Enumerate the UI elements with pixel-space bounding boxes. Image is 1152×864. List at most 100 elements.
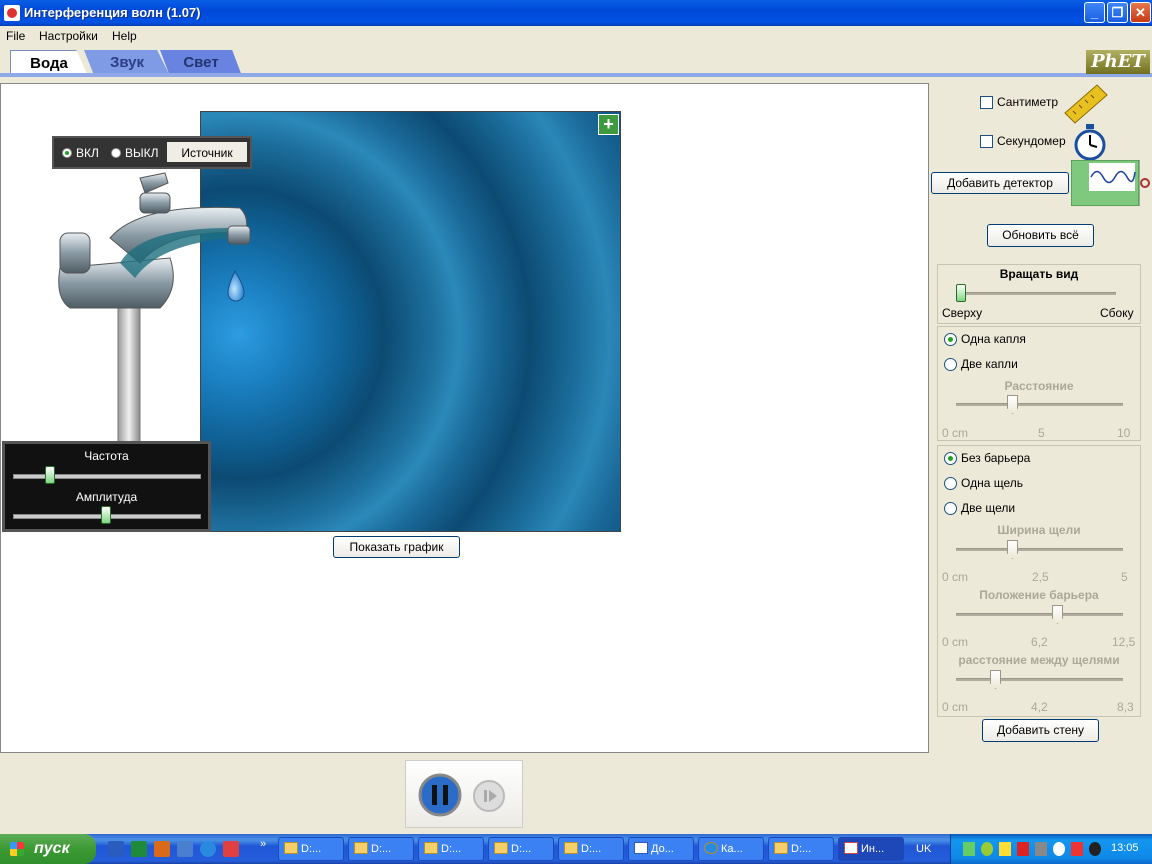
- show-graph-button[interactable]: Показать график: [333, 536, 460, 558]
- system-tray: 13:05: [950, 834, 1152, 864]
- window-title: Интерференция волн (1.07): [24, 5, 201, 20]
- taskbar-task[interactable]: D:...: [488, 837, 554, 861]
- slit-width-label: Ширина щели: [997, 523, 1081, 537]
- stopwatch-checkbox[interactable]: [980, 135, 993, 148]
- one-slit-radio[interactable]: [944, 477, 957, 490]
- zoom-in-button[interactable]: +: [598, 114, 619, 135]
- reset-all-button[interactable]: Обновить всё: [987, 224, 1094, 247]
- ie-icon[interactable]: [200, 841, 216, 857]
- no-barrier-label: Без барьера: [961, 451, 1031, 465]
- tray-icon[interactable]: [1017, 842, 1029, 856]
- slit-width-tick-min: 0 cm: [942, 570, 969, 584]
- slit-width-tick-mid: 2,5: [1032, 570, 1049, 584]
- slit-width-track: [956, 548, 1123, 551]
- no-barrier-radio[interactable]: [944, 452, 957, 465]
- tab-underline: [0, 73, 1152, 77]
- source-off-label: ВЫКЛ: [125, 146, 159, 160]
- title-bar: Интерференция волн (1.07) _ ❐ ✕: [0, 0, 1152, 26]
- tray-icon[interactable]: [1053, 842, 1065, 856]
- rotate-view-track[interactable]: [956, 292, 1116, 295]
- taskbar-task[interactable]: D:...: [418, 837, 484, 861]
- ruler-icon: [1064, 84, 1108, 124]
- phet-logo[interactable]: PhET: [1086, 50, 1150, 74]
- distance-label: Расстояние: [1004, 379, 1074, 393]
- taskbar-task[interactable]: До...: [628, 837, 694, 861]
- taskbar: пуск » D:... D:... D:... D:... D:... До.…: [0, 834, 1152, 864]
- outlook-icon[interactable]: [154, 841, 170, 857]
- rotate-right-label: Сбоку: [1100, 306, 1134, 320]
- slit-width-tick-max: 5: [1121, 570, 1128, 584]
- tray-icon[interactable]: [963, 842, 975, 856]
- step-icon[interactable]: [472, 779, 506, 813]
- frequency-slider-track[interactable]: [13, 474, 201, 479]
- ruler-checkbox[interactable]: [980, 96, 993, 109]
- two-slits-label: Две щели: [961, 501, 1016, 515]
- source-off-radio[interactable]: [111, 148, 121, 158]
- rotate-view-thumb[interactable]: [956, 284, 966, 302]
- minimize-button[interactable]: _: [1084, 2, 1105, 23]
- menu-settings[interactable]: Настройки: [39, 29, 98, 43]
- one-slit-label: Одна щель: [961, 476, 1023, 490]
- close-button[interactable]: ✕: [1130, 2, 1151, 23]
- frequency-slider-thumb[interactable]: [44, 466, 55, 484]
- rotate-view-title: Вращать вид: [999, 267, 1079, 281]
- slit-separation-tick-min: 0 cm: [942, 700, 969, 714]
- word-icon[interactable]: [108, 841, 124, 857]
- two-drops-radio[interactable]: [944, 358, 957, 371]
- faucet-icon[interactable]: [50, 168, 260, 458]
- tray-icon[interactable]: [1089, 842, 1101, 856]
- maximize-button[interactable]: ❐: [1107, 2, 1128, 23]
- java-app-icon: [4, 5, 20, 21]
- amplitude-label: Амплитуда: [75, 490, 138, 504]
- amplitude-slider-thumb[interactable]: [101, 506, 111, 524]
- taskbar-task[interactable]: Ка...: [698, 837, 764, 861]
- frequency-amplitude-panel: Частота Амплитуда: [2, 441, 211, 532]
- tray-icon[interactable]: [1071, 842, 1083, 856]
- add-wall-button[interactable]: Добавить стену: [982, 719, 1099, 742]
- excel-icon[interactable]: [131, 841, 147, 857]
- add-detector-button[interactable]: Добавить детектор: [931, 172, 1069, 194]
- source-button[interactable]: Источник: [166, 141, 248, 163]
- menu-file[interactable]: File: [6, 29, 25, 43]
- source-on-radio[interactable]: [62, 148, 72, 158]
- more-chevron-icon[interactable]: »: [260, 838, 266, 850]
- media-icon[interactable]: [177, 841, 193, 857]
- barrier-position-label: Положение барьера: [979, 588, 1099, 602]
- taskbar-task[interactable]: D:...: [768, 837, 834, 861]
- taskbar-task[interactable]: D:...: [348, 837, 414, 861]
- detector-chart-icon: [1071, 160, 1150, 206]
- tray-icon[interactable]: [999, 842, 1011, 856]
- two-drops-label: Две капли: [961, 357, 1018, 371]
- frequency-label: Частота: [84, 449, 129, 463]
- two-slits-radio[interactable]: [944, 502, 957, 515]
- one-drop-label: Одна капля: [961, 332, 1026, 346]
- water-wave-area[interactable]: [200, 111, 621, 532]
- distance-tick-max: 10: [1117, 426, 1131, 440]
- playback-controls: [405, 760, 523, 828]
- taskbar-task[interactable]: D:...: [558, 837, 624, 861]
- slit-separation-tick-mid: 4,2: [1031, 700, 1048, 714]
- one-drop-radio[interactable]: [944, 333, 957, 346]
- windows-logo-icon: [10, 842, 24, 856]
- clock: 13:05: [1111, 842, 1139, 854]
- slit-separation-track: [956, 678, 1123, 681]
- menu-help[interactable]: Help: [112, 29, 137, 43]
- slit-separation-tick-max: 8,3: [1117, 700, 1134, 714]
- tray-icon[interactable]: [981, 842, 993, 856]
- taskbar-task-active[interactable]: Ин...: [838, 837, 904, 861]
- start-label: пуск: [34, 840, 70, 857]
- control-panel: Сантиметр Секундомер Добавить детектор О…: [930, 83, 1152, 833]
- distance-tick-min: 0 cm: [942, 426, 969, 440]
- tray-icon[interactable]: [1035, 842, 1047, 856]
- barrier-position-track: [956, 613, 1123, 616]
- stopwatch-label: Секундомер: [997, 134, 1066, 148]
- language-indicator[interactable]: UK: [916, 843, 931, 855]
- tab-bar: Свет Звук Вода: [0, 46, 1152, 76]
- stopwatch-icon: [1074, 124, 1106, 161]
- pause-icon[interactable]: [418, 773, 462, 817]
- app-icon[interactable]: [223, 841, 239, 857]
- start-button[interactable]: пуск: [0, 834, 96, 864]
- menu-bar: File Настройки Help: [0, 26, 1152, 46]
- source-panel: ВКЛ ВЫКЛ Источник: [52, 136, 252, 169]
- taskbar-task[interactable]: D:...: [278, 837, 344, 861]
